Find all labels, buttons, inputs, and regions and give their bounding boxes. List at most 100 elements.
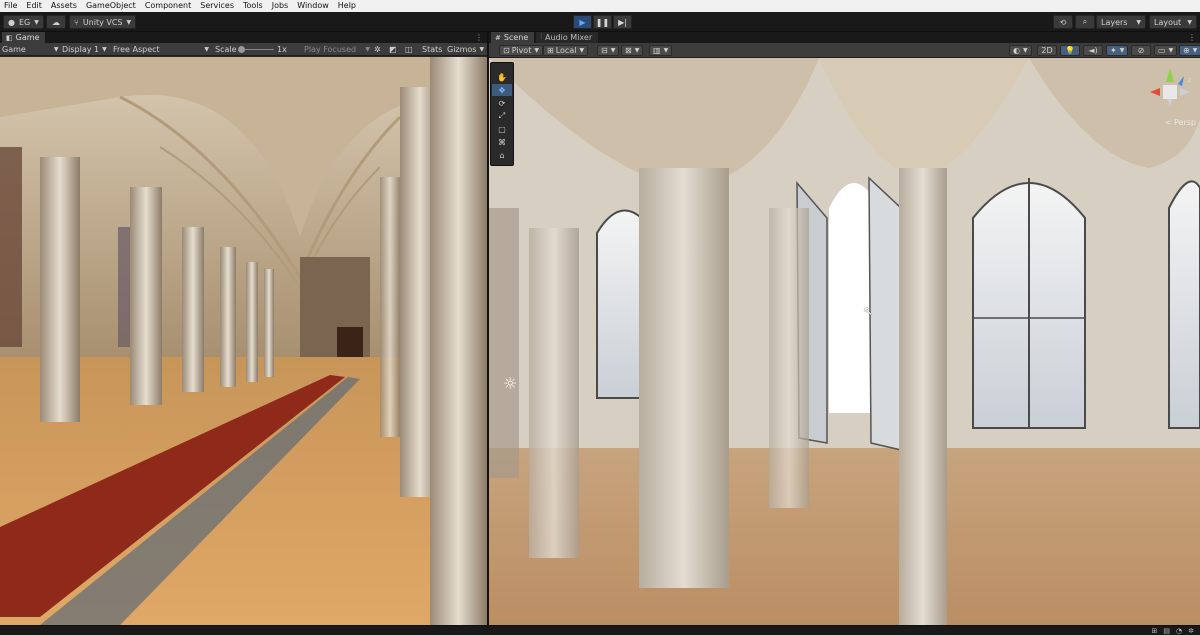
chevron-down-icon: ▼: [1136, 18, 1141, 26]
chevron-down-icon: ▼: [479, 46, 485, 53]
pivot-icon: ⊡: [503, 46, 510, 55]
scale-slider-track[interactable]: [240, 49, 274, 50]
transform-tool-button[interactable]: ⌘: [492, 136, 512, 148]
scale-tool-button[interactable]: ⤢: [492, 110, 512, 122]
pivot-label: Pivot: [511, 46, 532, 55]
tab-audio-mixer[interactable]: ⫶ Audio Mixer: [536, 32, 599, 43]
pause-button[interactable]: ❚❚: [593, 15, 612, 29]
tab-game-label: Game: [15, 33, 40, 42]
local-dropdown[interactable]: ⊞ Local ▼: [543, 45, 589, 56]
sun-icon[interactable]: ☼: [503, 374, 517, 393]
grid-icon: #: [495, 33, 501, 42]
gear-icon: ✲: [374, 45, 381, 54]
gamepad-icon: ◧: [6, 33, 13, 42]
game-viewport[interactable]: [0, 57, 487, 625]
menu-edit[interactable]: Edit: [26, 0, 42, 12]
render-mode-icon: ▥: [653, 46, 661, 55]
maximize-toggle[interactable]: ◩: [389, 44, 397, 55]
menu-tools[interactable]: Tools: [243, 0, 263, 12]
mute-audio-button[interactable]: ✲: [374, 44, 381, 55]
grid-snap-dropdown[interactable]: ⊟ ▼: [597, 45, 620, 56]
audio-toggle[interactable]: ◄): [1083, 45, 1103, 56]
hidden-objects-toggle[interactable]: ⊘: [1131, 45, 1151, 56]
shading-mode-dropdown[interactable]: ◐ ▼: [1009, 45, 1032, 56]
rotate-icon: ⟳: [498, 98, 506, 108]
camera-icon: ▭: [1158, 46, 1166, 55]
game-mode-label: Game: [2, 45, 26, 54]
hand-tool-button[interactable]: ✋: [492, 71, 512, 83]
play-focused-label: Play Focused: [304, 45, 357, 54]
menu-services[interactable]: Services: [200, 0, 234, 12]
tab-scene-label: Scene: [503, 33, 529, 42]
toggle-2d-button[interactable]: 2D: [1037, 45, 1057, 56]
render-mode-dropdown[interactable]: ▥ ▼: [649, 45, 673, 56]
settings-icon[interactable]: ✲: [1188, 627, 1194, 635]
gizmos-dropdown[interactable]: Gizmos ▼: [447, 44, 484, 55]
eye-slash-icon: ⊘: [1137, 46, 1145, 55]
more-options-icon[interactable]: ⋮: [475, 33, 483, 42]
bulb-icon: 💡: [1065, 46, 1075, 55]
pivot-dropdown[interactable]: ⊡ Pivot ▼: [499, 45, 543, 56]
speaker-icon: ◫: [405, 45, 413, 54]
menu-file[interactable]: File: [4, 0, 17, 12]
scene-viewport[interactable]: ✋ ✥ ⟳ ⤢ ▢ ⌘ ⌂ z < Persp ☼ ↖: [489, 58, 1200, 625]
increment-snap-dropdown[interactable]: ⊠ ▼: [621, 45, 644, 56]
menu-jobs[interactable]: Jobs: [272, 0, 289, 12]
layers-dropdown[interactable]: Layers ▼: [1096, 15, 1146, 29]
audio-toggle[interactable]: ◫: [405, 44, 413, 55]
cloud-button[interactable]: ☁: [46, 15, 66, 29]
move-icon: ✥: [498, 85, 506, 95]
orientation-gizmo[interactable]: z: [1146, 66, 1194, 126]
vcs-label: Unity VCS: [82, 17, 123, 27]
more-options-icon[interactable]: ⋮: [1188, 33, 1196, 42]
rotate-tool-button[interactable]: ⟳: [492, 97, 512, 109]
progress-icon[interactable]: ◔: [1176, 627, 1182, 635]
gizmos-toggle[interactable]: ⊕ ▼: [1179, 45, 1200, 56]
menu-assets[interactable]: Assets: [51, 0, 77, 12]
chevron-down-icon: ▼: [1187, 18, 1192, 26]
step-button[interactable]: ▶|: [613, 15, 632, 29]
custom-tool-button[interactable]: ⌂: [492, 149, 512, 161]
cloud-icon: ☁: [52, 17, 60, 27]
scale-icon: ⤢: [498, 111, 506, 120]
account-dropdown[interactable]: ● EG ▼: [3, 15, 44, 29]
display-dropdown[interactable]: Display 1 ▼: [62, 44, 107, 55]
tab-game[interactable]: ◧ Game: [2, 32, 46, 43]
menu-bar: File Edit Assets GameObject Component Se…: [0, 0, 1200, 12]
grid-snap-icon: ⊟: [601, 46, 608, 55]
game-mode-dropdown[interactable]: Game ▼: [2, 44, 58, 55]
menu-component[interactable]: Component: [145, 0, 191, 12]
chevron-down-icon: ▼: [53, 46, 59, 53]
game-render-image: [0, 57, 487, 625]
sphere-icon: ◐: [1013, 46, 1020, 55]
vcs-dropdown[interactable]: ⑂ Unity VCS ▼: [69, 15, 137, 29]
tab-scene[interactable]: # Scene: [491, 32, 535, 43]
layers-label: Layers: [1101, 17, 1128, 27]
menu-help[interactable]: Help: [338, 0, 356, 12]
history-button[interactable]: ⟲: [1053, 15, 1073, 29]
main-toolbar: ● EG ▼ ☁ ⑂ Unity VCS ▼ ▶ ❚❚ ▶| ⟲ ⌕ Layer…: [0, 12, 1200, 32]
menu-window[interactable]: Window: [297, 0, 329, 12]
lighting-toggle[interactable]: 💡: [1060, 45, 1080, 56]
layout-dropdown[interactable]: Layout ▼: [1149, 15, 1197, 29]
rect-tool-button[interactable]: ▢: [492, 123, 512, 135]
aspect-dropdown[interactable]: Free Aspect ▼: [113, 44, 209, 55]
step-icon: ▶|: [618, 17, 627, 27]
effects-icon: ✦: [1110, 46, 1117, 55]
play-focused-dropdown[interactable]: Play Focused ▼: [304, 44, 370, 55]
chevron-down-icon: ▼: [1022, 47, 1028, 54]
search-button[interactable]: ⌕: [1075, 15, 1095, 29]
menu-gameobject[interactable]: GameObject: [86, 0, 136, 12]
chevron-down-icon: ▼: [102, 46, 107, 53]
hierarchy-icon[interactable]: ⊞: [1152, 627, 1158, 635]
camera-dropdown[interactable]: ▭ ▼: [1154, 45, 1178, 56]
projection-label[interactable]: < Persp: [1165, 118, 1196, 127]
hand-icon: ✋: [497, 72, 507, 82]
stats-button[interactable]: Stats: [422, 44, 442, 55]
layers-icon[interactable]: ▤: [1163, 627, 1170, 635]
effects-dropdown[interactable]: ✦ ▼: [1106, 45, 1129, 56]
play-button[interactable]: ▶: [573, 15, 592, 29]
scale-slider-handle[interactable]: [238, 46, 245, 53]
mixer-icon: ⫶: [540, 33, 543, 41]
move-tool-button[interactable]: ✥: [492, 84, 512, 96]
